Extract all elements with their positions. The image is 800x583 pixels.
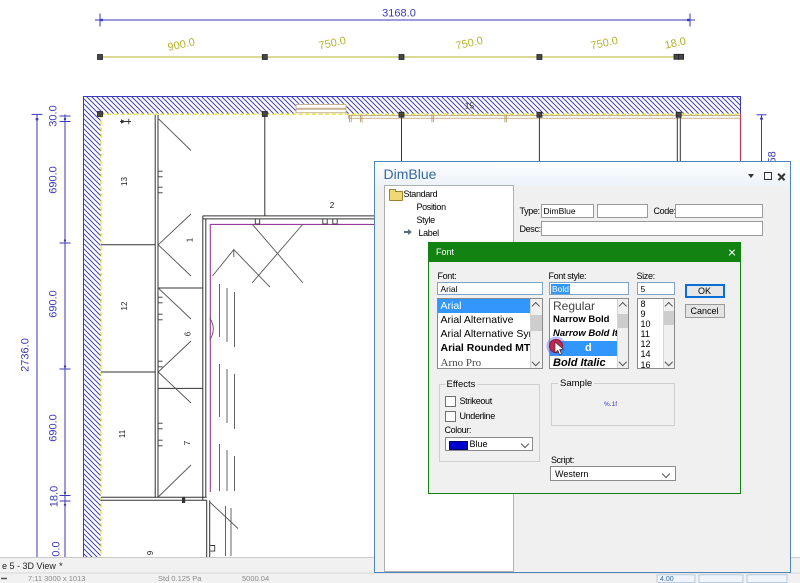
svg-text:7: 7: [183, 440, 192, 445]
svg-text:1: 1: [186, 237, 195, 242]
svg-text:750.0: 750.0: [455, 35, 484, 52]
svg-text:18.0: 18.0: [49, 486, 61, 507]
svg-text:18.0: 18.0: [664, 35, 687, 51]
svg-text:5000.04: 5000.04: [242, 574, 269, 583]
svg-text:690.0: 690.0: [48, 414, 60, 442]
svg-text:12: 12: [120, 301, 129, 310]
svg-text:750.0: 750.0: [318, 35, 347, 52]
svg-text:0.0: 0.0: [51, 541, 63, 556]
svg-text:30.0: 30.0: [48, 105, 60, 126]
svg-text:13: 13: [120, 177, 129, 186]
svg-text:e 5 - 3D View: e 5 - 3D View: [2, 561, 56, 571]
svg-text:3168.0: 3168.0: [382, 8, 416, 20]
svg-text:Std 0.125 Pa: Std 0.125 Pa: [158, 574, 202, 583]
svg-text:900.0: 900.0: [167, 36, 196, 53]
svg-text:2: 2: [330, 200, 335, 210]
svg-text:9: 9: [146, 550, 155, 555]
svg-text:7:11 3000 x 1013: 7:11 3000 x 1013: [28, 574, 85, 583]
svg-text:6: 6: [184, 331, 193, 336]
svg-text:2736.0: 2736.0: [20, 338, 32, 372]
svg-text:15: 15: [465, 101, 475, 111]
svg-text:690.0: 690.0: [48, 290, 60, 318]
svg-text:4.00: 4.00: [660, 576, 674, 583]
svg-text:11: 11: [118, 429, 127, 438]
svg-text:750.0: 750.0: [590, 35, 619, 52]
svg-text:690.0: 690.0: [48, 166, 60, 194]
svg-text:*: *: [59, 561, 63, 572]
